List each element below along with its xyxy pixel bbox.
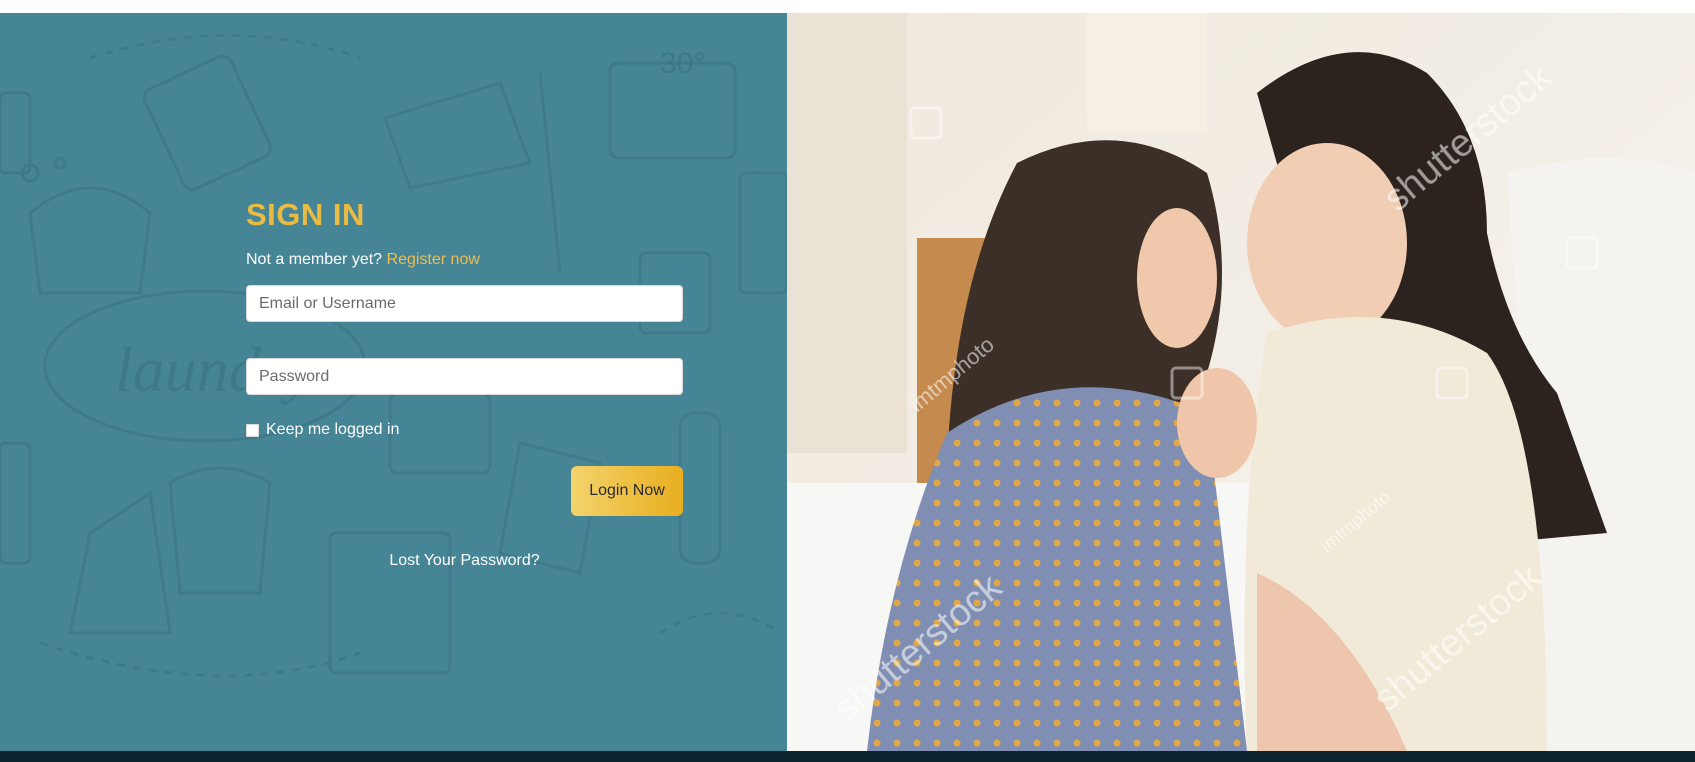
mother-daughter-photo: shutterstock imtmphoto shutterstock shut… bbox=[787, 13, 1695, 751]
lost-password-link[interactable]: Lost Your Password? bbox=[246, 552, 683, 570]
footer-bar bbox=[0, 751, 1695, 762]
remember-label: Keep me logged in bbox=[266, 421, 400, 438]
remember-checkbox[interactable] bbox=[246, 423, 259, 437]
remember-me[interactable]: Keep me logged in bbox=[246, 421, 399, 439]
password-field[interactable] bbox=[246, 358, 683, 395]
page-title: SIGN IN bbox=[246, 197, 365, 232]
login-panel: laundry 30° SIGN IN Not a member yet? Re… bbox=[0, 13, 787, 751]
top-strip bbox=[0, 0, 1695, 13]
pattern-temperature-text: 30° bbox=[660, 47, 705, 80]
register-prompt: Not a member yet? Register now bbox=[246, 251, 480, 269]
register-link[interactable]: Register now bbox=[387, 251, 480, 268]
email-field[interactable] bbox=[246, 285, 683, 322]
member-question: Not a member yet? bbox=[246, 251, 383, 268]
hero-photo: shutterstock imtmphoto shutterstock shut… bbox=[787, 13, 1695, 751]
login-button[interactable]: Login Now bbox=[571, 466, 683, 516]
